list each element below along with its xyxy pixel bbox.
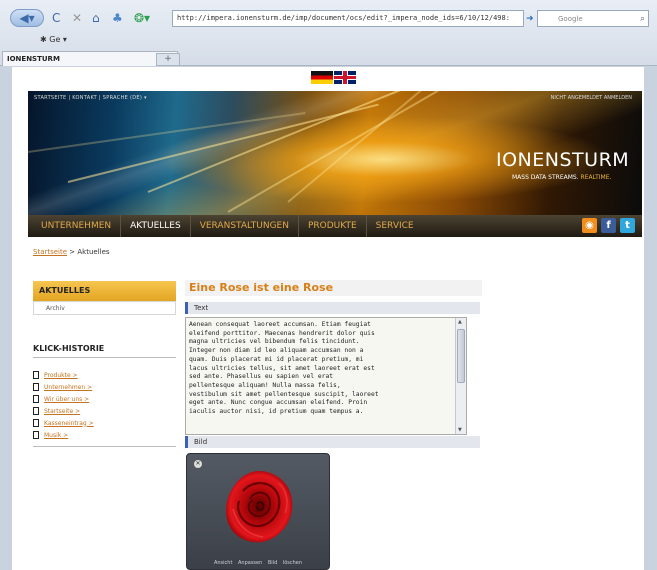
close-icon[interactable]: ✕	[194, 460, 202, 468]
scroll-up-icon[interactable]: ▲	[458, 319, 462, 325]
chevron-down-icon: ▾	[143, 95, 147, 101]
new-tab-button[interactable]: +	[156, 53, 180, 66]
nav-item-aktuelles[interactable]: AKTUELLES	[121, 215, 191, 237]
image-editor[interactable]: ✕ Ansicht Anpassen Bild löschen	[186, 453, 330, 570]
history-item[interactable]: Startseite >	[33, 405, 176, 417]
login-status[interactable]: NICHT ANGEMELDET ANMELDEN	[551, 95, 632, 101]
german-flag-icon[interactable]	[311, 71, 333, 84]
stop-icon[interactable]: ✕	[72, 9, 82, 27]
top-links[interactable]: STARTSEITE | KONTAKT | SPRACHE (DE) ▾	[34, 95, 147, 101]
klick-historie-header: KLICK-HISTORIE	[33, 344, 176, 358]
go-label: Ge	[49, 35, 61, 44]
back-forward-button[interactable]: ◀▾	[10, 9, 44, 27]
history-list: Produkte > Unternehmen > Wir über uns > …	[33, 369, 176, 441]
document-icon	[33, 407, 39, 415]
home-icon[interactable]: ⌂	[92, 9, 100, 27]
scroll-thumb[interactable]	[457, 329, 465, 383]
header-banner: STARTSEITE | KONTAKT | SPRACHE (DE) ▾ NI…	[28, 91, 642, 215]
nav-item-produkte[interactable]: PRODUKTE	[299, 215, 367, 237]
rss-icon[interactable]: ◉	[582, 218, 597, 233]
browser-toolbar: ◀▾ C ✕ ⌂ ♣ ❂▾ http://impera.ionensturm.d…	[0, 0, 657, 66]
browser-tab[interactable]: IONENSTURM	[2, 51, 178, 66]
text-scrollbar[interactable]: ▲ ▼	[455, 318, 466, 434]
address-bar[interactable]: http://impera.ionensturm.de/imp/document…	[172, 10, 524, 27]
nav-item-service[interactable]: SERVICE	[367, 215, 423, 237]
tagline: MASS DATA STREAMS. REALTIME.	[512, 174, 612, 181]
history-item[interactable]: Produkte >	[33, 369, 176, 381]
scroll-down-icon[interactable]: ▼	[458, 427, 462, 433]
sidebar-aktuelles-header: AKTUELLES	[33, 281, 176, 301]
main-navigation: UNTERNEHMEN AKTUELLES VERANSTALTUNGEN PR…	[28, 215, 642, 237]
site-logo[interactable]: IONENSTURM	[496, 149, 629, 171]
history-item[interactable]: Wir über uns >	[33, 393, 176, 405]
rose-image	[226, 471, 293, 543]
go-button[interactable]: ✱ Ge ▾	[40, 35, 67, 44]
addon-icon[interactable]: ❂▾	[134, 9, 150, 27]
document-icon	[33, 419, 39, 427]
breadcrumb-current: Aktuelles	[77, 248, 110, 256]
breadcrumb-home-link[interactable]: Startseite	[33, 248, 67, 256]
document-icon	[33, 371, 39, 379]
twitter-icon[interactable]: t	[620, 218, 635, 233]
reload-icon[interactable]: C	[52, 9, 60, 27]
article-title[interactable]: Eine Rose ist eine Rose	[185, 280, 482, 296]
document-icon	[33, 431, 39, 439]
text-section-header: Text	[185, 302, 480, 314]
bookmark-icon[interactable]: ♣	[112, 9, 123, 27]
nav-item-veranstaltungen[interactable]: VERANSTALTUNGEN	[191, 215, 299, 237]
document-icon	[33, 383, 39, 391]
uk-flag-icon[interactable]	[334, 71, 356, 84]
history-item[interactable]: Musik >	[33, 429, 176, 441]
article-text-editor[interactable]: Aenean consequat laoreet accumsan. Etiam…	[185, 317, 467, 435]
image-toolbar[interactable]: Ansicht Anpassen Bild löschen	[187, 560, 329, 566]
breadcrumb: Startseite > Aktuelles	[33, 248, 110, 256]
nav-item-unternehmen[interactable]: UNTERNEHMEN	[32, 215, 122, 237]
history-item[interactable]: Kasseneintrag >	[33, 417, 176, 429]
document-icon	[33, 395, 39, 403]
sidebar-item-archiv[interactable]: Archiv	[33, 301, 176, 315]
divider	[33, 446, 176, 447]
search-input[interactable]: Google	[537, 10, 649, 27]
facebook-icon[interactable]: f	[601, 218, 616, 233]
history-item[interactable]: Unternehmen >	[33, 381, 176, 393]
search-icon[interactable]: ⌕	[640, 10, 645, 28]
go-arrow-icon[interactable]: ➜	[526, 10, 534, 28]
image-section-header: Bild	[185, 436, 480, 448]
tools-icon: ✱	[40, 35, 47, 44]
